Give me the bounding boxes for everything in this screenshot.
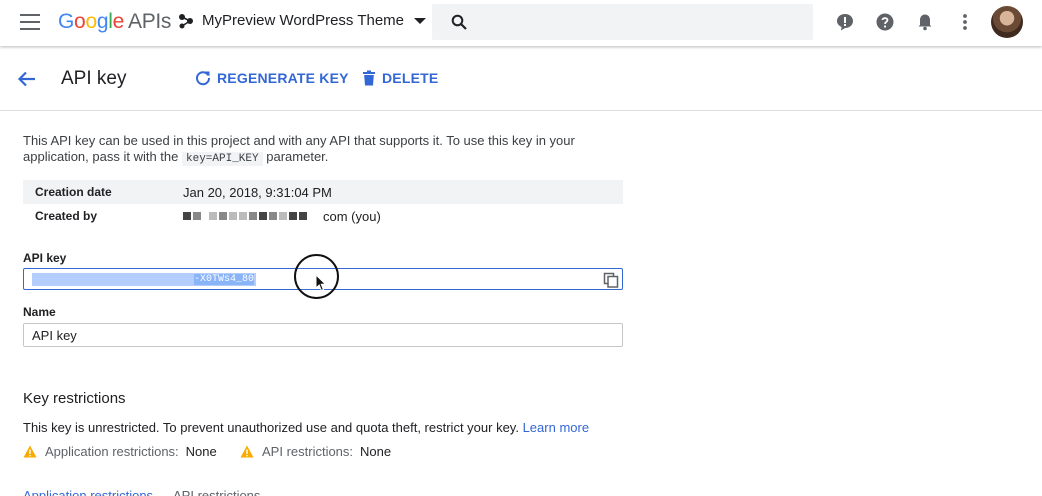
created-by-suffix: com (you) (323, 208, 381, 224)
description-text-end: parameter. (266, 149, 329, 164)
creation-date-row: Creation date Jan 20, 2018, 9:31:04 PM (23, 180, 623, 204)
key-param-code: key=API_KEY (182, 152, 263, 166)
application-restrictions-value: None (185, 444, 217, 459)
api-key-value: -X0TWs4_80 (32, 272, 256, 286)
back-arrow-icon[interactable] (17, 69, 37, 89)
copy-icon[interactable] (603, 272, 619, 288)
logo-google-text: Google (58, 10, 124, 33)
more-vert-icon[interactable] (955, 12, 975, 32)
created-by-label: Created by (35, 209, 98, 223)
api-key-visible-tail: -X0TWs4_80 (193, 273, 254, 285)
mouse-pointer-icon (315, 274, 327, 292)
trash-icon (363, 70, 375, 86)
search-icon (451, 14, 467, 30)
avatar[interactable] (991, 6, 1023, 38)
chevron-down-icon (414, 17, 427, 24)
help-icon[interactable] (875, 12, 895, 32)
project-selector[interactable]: MyPreview WordPress Theme (178, 12, 427, 29)
delete-label: DELETE (382, 70, 439, 86)
page-title: API key (61, 68, 127, 89)
notifications-icon[interactable] (915, 12, 935, 32)
top-app-bar: Google APIs MyPreview WordPress Theme (0, 0, 1042, 46)
api-restrictions-status: API restrictions: None (240, 444, 391, 459)
key-info-table: Creation date Jan 20, 2018, 9:31:04 PM C… (23, 180, 623, 228)
api-restrictions-value: None (360, 444, 392, 459)
menu-icon[interactable] (20, 14, 40, 30)
page-header: API key REGENERATE KEY DELETE (0, 46, 1042, 111)
key-restrictions-title: Key restrictions (23, 390, 126, 407)
restriction-note-text: This key is unrestricted. To prevent una… (23, 420, 519, 435)
api-key-label: API key (23, 251, 67, 265)
project-name: MyPreview WordPress Theme (202, 12, 405, 29)
warning-icon (240, 445, 254, 458)
creation-date-value: Jan 20, 2018, 9:31:04 PM (183, 184, 332, 200)
feedback-icon[interactable] (835, 12, 855, 32)
logo-apis-text: APIs (127, 10, 172, 33)
learn-more-link[interactable]: Learn more (523, 420, 589, 435)
created-by-row: Created by com (you) (23, 204, 623, 228)
warning-icon (23, 445, 37, 458)
application-restrictions-status: Application restrictions: None (23, 444, 217, 459)
google-apis-logo[interactable]: Google APIs (58, 10, 171, 34)
application-restrictions-label: Application restrictions: (45, 444, 179, 459)
restriction-note: This key is unrestricted. To prevent una… (23, 420, 589, 435)
tab-application-restrictions[interactable]: Application restrictions (23, 488, 153, 496)
regenerate-key-label: REGENERATE KEY (217, 70, 349, 86)
refresh-icon (196, 71, 211, 86)
tab-api-restrictions[interactable]: API restrictions (173, 488, 260, 496)
name-input[interactable]: API key (23, 323, 623, 347)
delete-button[interactable]: DELETE (362, 70, 438, 86)
creation-date-label: Creation date (35, 185, 112, 199)
search-input[interactable] (432, 4, 813, 40)
redacted-email (183, 212, 309, 220)
api-key-description: This API key can be used in this project… (23, 133, 633, 167)
name-label: Name (23, 305, 56, 319)
regenerate-key-button[interactable]: REGENERATE KEY (195, 70, 349, 86)
api-restrictions-label: API restrictions: (262, 444, 354, 459)
project-hub-icon (179, 13, 193, 28)
created-by-value: com (you) (183, 209, 381, 224)
